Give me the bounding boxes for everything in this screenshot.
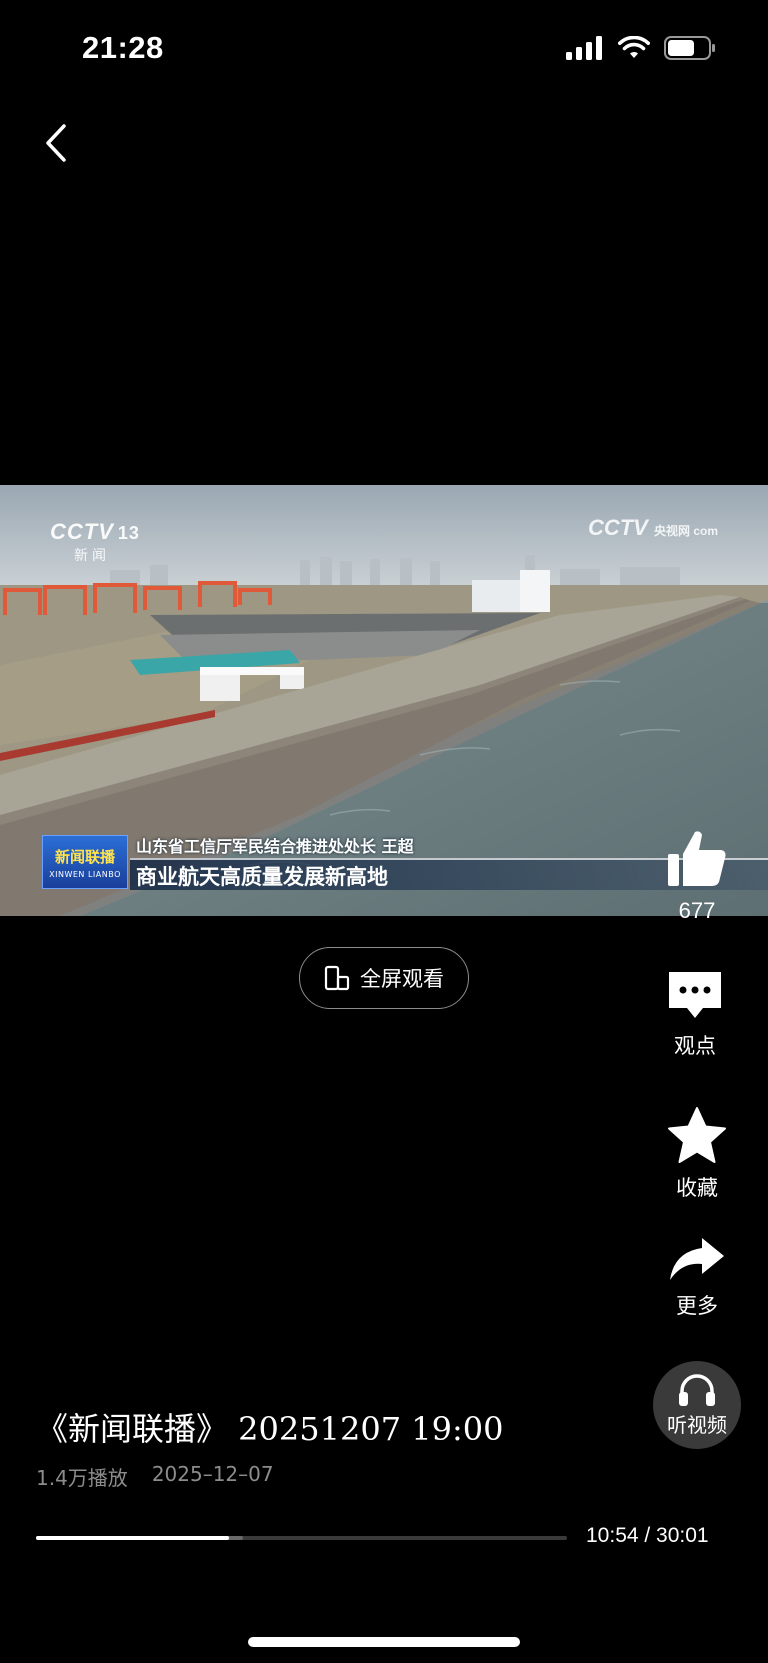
publish-date: 2025–12–07: [151, 1462, 274, 1486]
like-count: 677: [678, 898, 716, 923]
star-icon: [668, 1107, 726, 1163]
more-label: 更多: [676, 1294, 718, 1318]
time-display: 10:54 / 30:01: [586, 1524, 709, 1547]
signal-icon: [566, 36, 602, 60]
fullscreen-phone-icon: [324, 965, 350, 991]
headphones-icon: [679, 1373, 715, 1406]
caption-speaker: 山东省工信厅军民结合推进处处长 王超: [136, 837, 414, 856]
progress-bar[interactable]: [36, 1536, 567, 1540]
fullscreen-label: 全屏观看: [360, 967, 444, 991]
caption-headline: 商业航天高质量发展新高地: [136, 865, 388, 889]
comment-label: 观点: [674, 1034, 716, 1058]
logo-left-text: CCTV: [50, 519, 114, 544]
comment-button[interactable]: 观点: [645, 970, 745, 1060]
more-button[interactable]: 更多: [647, 1236, 747, 1320]
back-button[interactable]: [34, 118, 78, 168]
comment-icon: [669, 972, 721, 1018]
battery-icon: [664, 36, 715, 60]
cctv13-logo: CCTV 13: [50, 519, 140, 545]
play-count: 1.4万播放: [36, 1466, 128, 1490]
video-title: 《新闻联播》 20251207 19:00: [36, 1410, 504, 1448]
wifi-icon: [618, 36, 650, 58]
logo-right-text: CCTV: [587, 515, 648, 540]
xinwen-lianbo-badge: 新闻联播 XINWEN LIANBO: [42, 835, 128, 889]
status-time: 21:28: [82, 30, 164, 65]
listen-button[interactable]: 听视频: [653, 1361, 741, 1449]
logo-left-channel: 13: [117, 523, 140, 543]
status-icons: [566, 36, 716, 60]
home-indicator: [248, 1637, 520, 1647]
fullscreen-button[interactable]: 全屏观看: [299, 947, 469, 1009]
like-button[interactable]: 677: [647, 828, 747, 924]
favorite-button[interactable]: 收藏: [647, 1106, 747, 1202]
logo-left-sub: 新闻: [74, 548, 110, 564]
listen-label: 听视频: [667, 1412, 727, 1437]
progress-played: [36, 1536, 229, 1540]
video-meta: 1.4万播放 2025–12–07: [36, 1462, 274, 1491]
cctv-com-logo: CCTV 央视网 com: [588, 515, 718, 541]
favorite-label: 收藏: [676, 1176, 718, 1200]
badge-cn: 新闻联播: [54, 847, 115, 866]
share-icon: [670, 1238, 724, 1280]
thumbs-up-icon: [668, 831, 726, 886]
logo-right-small: 央视网 com: [653, 524, 718, 538]
back-icon: [46, 124, 66, 162]
badge-en: XINWEN LIANBO: [49, 869, 121, 879]
